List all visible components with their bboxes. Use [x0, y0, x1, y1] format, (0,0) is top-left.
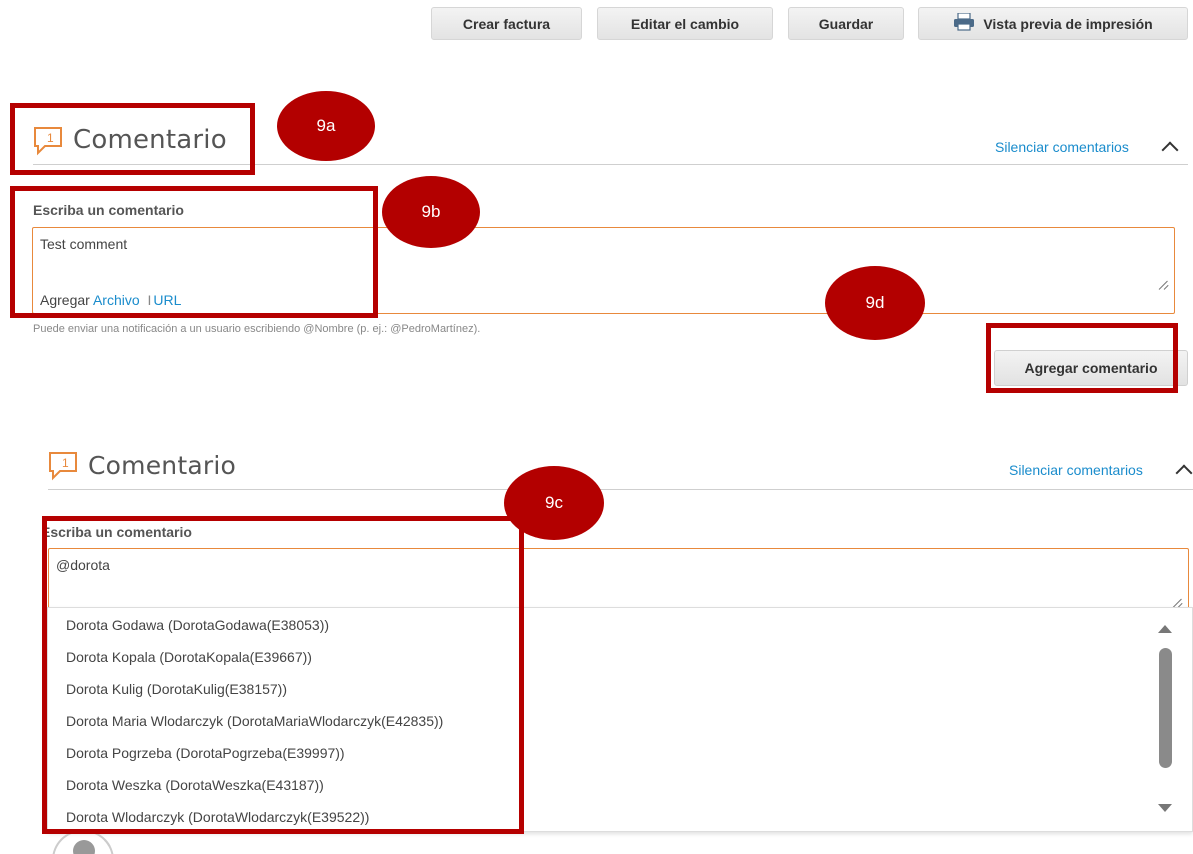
save-button[interactable]: Guardar — [788, 7, 904, 40]
comment-field-label: Escriba un comentario — [41, 524, 192, 540]
annotation-callout-9b: 9b — [382, 176, 480, 248]
scroll-down-arrow-icon[interactable] — [1158, 804, 1172, 812]
suggestion-item[interactable]: Dorota Weszka (DorotaWeszka(E43187)) — [66, 777, 324, 793]
suggestion-item[interactable]: Dorota Maria Wlodarczyk (DorotaMariaWlod… — [66, 713, 443, 729]
mute-comments-link[interactable]: Silenciar comentarios — [1009, 462, 1143, 478]
comment-textarea-value: Test comment — [40, 236, 128, 252]
suggestion-item[interactable]: Dorota Kopala (DorotaKopala(E39667)) — [66, 649, 312, 665]
comment-bubble-icon: 1 — [33, 126, 65, 161]
comment-textarea-value: @dorota — [56, 557, 110, 573]
section-divider — [33, 164, 1188, 165]
mute-comments-link[interactable]: Silenciar comentarios — [995, 139, 1129, 155]
print-preview-button[interactable]: Vista previa de impresión — [918, 7, 1188, 40]
add-comment-label: Agregar comentario — [1024, 360, 1158, 376]
comment-section-title: Comentario — [88, 451, 236, 480]
save-label: Guardar — [818, 15, 874, 32]
svg-text:1: 1 — [62, 456, 69, 470]
print-preview-label: Vista previa de impresión — [983, 15, 1153, 32]
create-invoice-button[interactable]: Crear factura — [431, 7, 582, 40]
annotation-callout-9d: 9d — [825, 266, 925, 340]
svg-text:1: 1 — [47, 131, 54, 145]
scroll-up-arrow-icon[interactable] — [1158, 625, 1172, 633]
annotation-callout-9c: 9c — [504, 466, 604, 540]
suggestion-item[interactable]: Dorota Godawa (DorotaGodawa(E38053)) — [66, 617, 329, 633]
chevron-up-icon[interactable] — [1175, 464, 1193, 482]
suggestion-item[interactable]: Dorota Wlodarczyk (DorotaWlodarczyk(E395… — [66, 809, 369, 825]
mention-hint: Puede enviar una notificación a un usuar… — [33, 323, 481, 335]
edit-change-label: Editar el cambio — [630, 15, 740, 32]
mention-suggestions-dropdown: Dorota Godawa (DorotaGodawa(E38053)) Dor… — [47, 607, 1193, 832]
attach-file-link[interactable]: Archivo — [93, 292, 140, 308]
create-invoice-label: Crear factura — [462, 15, 551, 32]
attachment-row: Agregar Archivo I URL — [40, 292, 181, 308]
annotation-callout-9a: 9a — [277, 91, 375, 161]
avatar — [52, 830, 114, 854]
suggestion-item[interactable]: Dorota Kulig (DorotaKulig(E38157)) — [66, 681, 287, 697]
comment-bubble-icon: 1 — [48, 451, 80, 486]
add-comment-button[interactable]: Agregar comentario — [994, 350, 1188, 386]
comment-textarea[interactable]: Test comment Agregar Archivo I URL — [32, 227, 1175, 314]
comment-field-label: Escriba un comentario — [33, 202, 184, 218]
edit-change-button[interactable]: Editar el cambio — [597, 7, 773, 40]
suggestion-item[interactable]: Dorota Pogrzeba (DorotaPogrzeba(E39997)) — [66, 745, 345, 761]
printer-icon — [953, 12, 975, 34]
scrollbar-thumb[interactable] — [1159, 648, 1172, 768]
attach-separator: I — [147, 292, 152, 308]
resize-handle[interactable] — [1159, 281, 1168, 290]
section-divider — [48, 489, 1193, 490]
comment-section-title: Comentario — [73, 125, 227, 155]
attach-url-link[interactable]: URL — [153, 292, 181, 308]
attach-prefix: Agregar — [40, 292, 90, 308]
